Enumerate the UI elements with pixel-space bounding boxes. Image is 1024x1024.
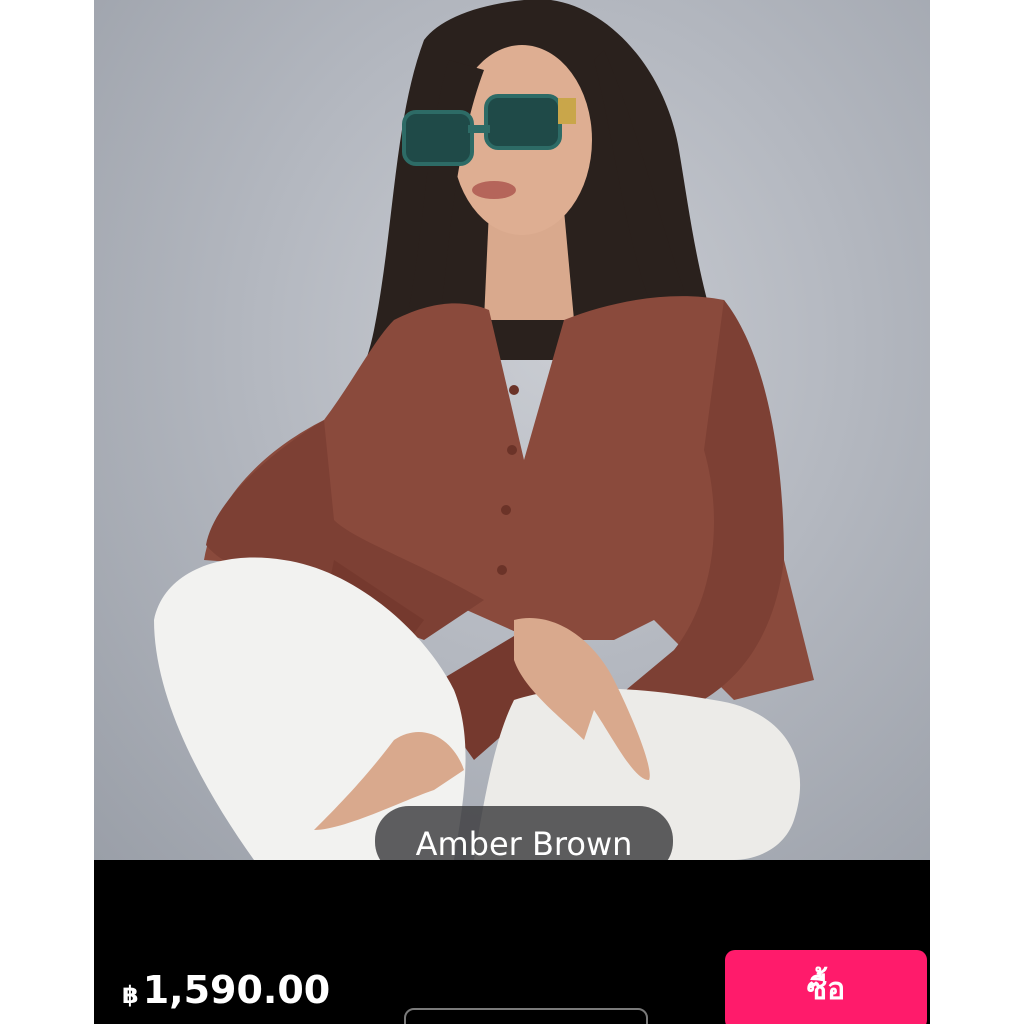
product-photo[interactable] [94, 0, 930, 860]
secondary-action-button[interactable] [404, 1008, 648, 1024]
price: ฿ 1,590.00 [122, 968, 330, 1012]
product-viewer: Amber Brown ฿ 1,590.00 ซื้อ [94, 0, 930, 1024]
purchase-bar: ฿ 1,590.00 ซื้อ [94, 860, 930, 1024]
model-illustration [154, 0, 814, 860]
price-amount: 1,590.00 [142, 968, 331, 1012]
buy-button[interactable]: ซื้อ [725, 950, 927, 1024]
currency-symbol: ฿ [122, 981, 139, 1009]
